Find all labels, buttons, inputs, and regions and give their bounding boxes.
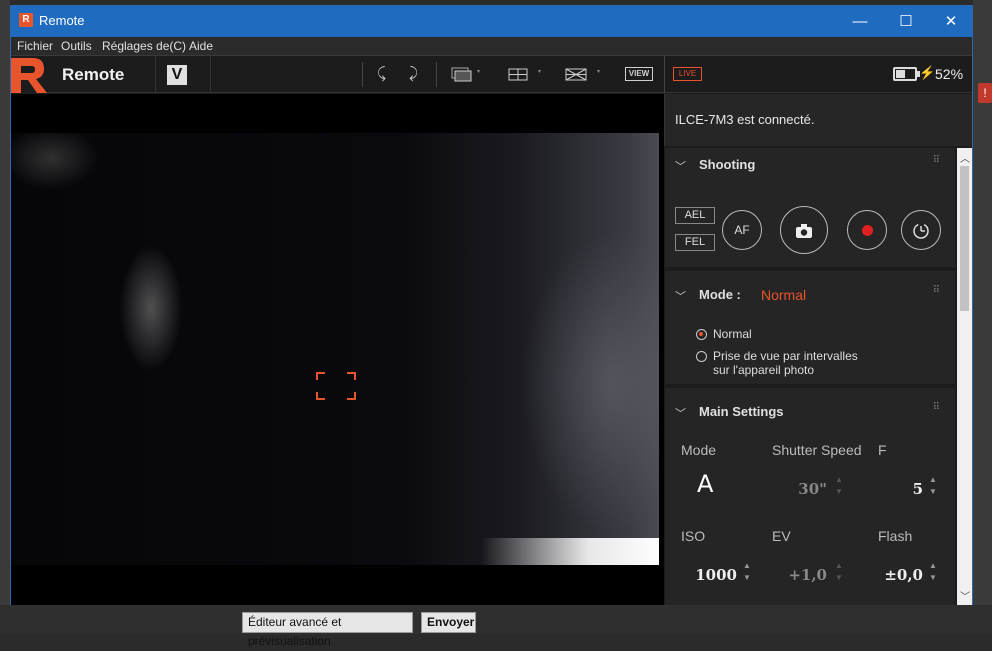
grid-icon[interactable]: ▾ (508, 67, 544, 83)
overlay-icon[interactable]: ▾ (451, 67, 483, 83)
right-panel: ILCE-7M3 est connecté. ﹀ Shooting ⠿ AEL … (664, 94, 972, 605)
menu-fichier[interactable]: Fichier (17, 39, 53, 53)
toolbar-divider (362, 62, 363, 87)
connection-status-bar: ILCE-7M3 est connecté. (664, 94, 972, 146)
close-icon[interactable]: ✕ (928, 6, 974, 37)
connection-status: ILCE-7M3 est connecté. (675, 112, 815, 127)
toolbar-divider (436, 62, 437, 87)
guide-icon[interactable]: ▾ (565, 67, 603, 83)
af-button[interactable]: AF (722, 210, 762, 250)
shooting-section: ﹀ Shooting ⠿ AEL FEL AF (665, 148, 955, 267)
flash-stepper-icon[interactable]: ▲ ▼ (929, 560, 937, 584)
app-name: Remote (62, 65, 125, 84)
mode-value: Normal (761, 287, 807, 303)
menu-reglages[interactable]: Réglages de(C) (102, 39, 186, 53)
iso-stepper-icon[interactable]: ▲ ▼ (743, 560, 751, 584)
menu-outils[interactable]: Outils (61, 39, 92, 53)
radio-normal-label[interactable]: Normal (713, 327, 752, 341)
radio-normal[interactable] (696, 329, 707, 340)
scroll-down-icon[interactable]: ﹀ (960, 588, 970, 603)
main-settings-section: ﹀ Main Settings ⠿ Mode Shutter Speed F A… (665, 388, 955, 605)
drag-handle-icon[interactable]: ⠿ (933, 403, 941, 413)
panel-scrollbar[interactable]: ︿ ﹀ (957, 148, 972, 605)
alert-icon: ! (978, 83, 992, 103)
ael-button[interactable]: AEL (675, 207, 715, 224)
exposure-mode-value[interactable]: A (697, 470, 713, 498)
f-stepper-icon[interactable]: ▲ ▼ (929, 474, 937, 498)
f-number-value[interactable]: 5 (875, 480, 923, 498)
main-settings-title: Main Settings (699, 404, 784, 419)
shutter-speed-label: Shutter Speed (772, 442, 862, 458)
menu-aide[interactable]: Aide (189, 39, 213, 53)
camera-icon (796, 223, 812, 238)
toolbar: Remote V ⤹ ⤸ ▾ ▾ ▾ VIEW LIVE ⚡ 52% (11, 56, 972, 93)
drag-handle-icon[interactable]: ⠿ (933, 286, 941, 296)
flash-label: Flash (878, 528, 913, 544)
send-button[interactable]: Envoyer (421, 612, 476, 633)
live-view-image (11, 133, 659, 565)
app-icon: R (19, 13, 33, 27)
v-icon: V (167, 65, 187, 85)
iso-label: ISO (681, 528, 706, 544)
shutter-stepper-icon[interactable]: ▲ ▼ (835, 474, 843, 498)
scroll-thumb[interactable] (960, 166, 969, 311)
ev-value[interactable]: +1,0 (775, 566, 827, 584)
radio-interval-label-line2[interactable]: sur l'appareil photo (713, 363, 814, 377)
title-bar[interactable]: R Remote — ☐ ✕ (11, 6, 972, 37)
radio-interval-label[interactable]: Prise de vue par intervalles (713, 349, 858, 363)
view-button[interactable]: VIEW (625, 67, 653, 81)
fel-button[interactable]: FEL (675, 234, 715, 251)
maximize-icon[interactable]: ☐ (883, 6, 929, 37)
collapse-chevron-icon[interactable]: ﹀ (675, 158, 686, 174)
visual-mode-button[interactable]: V (155, 56, 211, 93)
toolbar-divider (664, 56, 665, 93)
focus-frame[interactable] (316, 372, 356, 400)
ev-stepper-icon[interactable]: ▲ ▼ (835, 560, 843, 584)
live-view-button[interactable]: LIVE (673, 67, 702, 81)
radio-interval[interactable] (696, 351, 707, 362)
iso-value[interactable]: 1000 (685, 566, 737, 584)
remote-window: R Remote — ☐ ✕ Fichier Outils Réglages d… (10, 5, 973, 605)
shutter-button[interactable] (780, 206, 828, 254)
mode-label: Mode (681, 442, 717, 458)
self-timer-button[interactable] (901, 210, 941, 250)
mode-section: ﹀ Mode : Normal ⠿ Normal Prise de vue pa… (665, 271, 955, 384)
mode-title: Mode : (699, 287, 741, 302)
flash-value[interactable]: ±0,0 (865, 566, 923, 584)
battery-level (896, 70, 905, 78)
shutter-speed-value[interactable]: 30" (775, 480, 827, 498)
remote-logo-icon (11, 56, 47, 93)
settings-scroll-area: ﹀ Shooting ⠿ AEL FEL AF ﹀ Mode : Normal … (664, 148, 955, 605)
svg-text:▾: ▾ (538, 69, 541, 75)
timer-icon (913, 223, 929, 239)
drag-handle-icon[interactable]: ⠿ (933, 156, 941, 166)
battery-icon (893, 67, 920, 81)
record-icon (861, 225, 873, 237)
ev-label: EV (772, 528, 791, 544)
background-footer: Éditeur avancé et prévisualisation Envoy… (0, 605, 992, 648)
window-title: Remote (39, 13, 85, 28)
menu-bar: Fichier Outils Réglages de(C) Aide (11, 37, 972, 56)
scroll-up-icon[interactable]: ︿ (960, 150, 970, 165)
charging-icon: ⚡ (919, 65, 936, 80)
f-label: F (878, 442, 887, 458)
shooting-title: Shooting (699, 157, 756, 172)
live-view-area[interactable] (11, 94, 664, 605)
svg-text:▾: ▾ (597, 69, 600, 75)
record-button[interactable] (847, 210, 887, 250)
collapse-chevron-icon[interactable]: ﹀ (675, 288, 686, 304)
battery-percent: 52% (935, 66, 964, 82)
rotate-right-icon[interactable]: ⤸ (409, 65, 418, 82)
svg-text:▾: ▾ (477, 69, 480, 75)
minimize-icon[interactable]: — (837, 6, 883, 37)
advanced-editor-button[interactable]: Éditeur avancé et prévisualisation (242, 612, 413, 648)
collapse-chevron-icon[interactable]: ﹀ (675, 405, 686, 421)
rotate-left-icon[interactable]: ⤹ (377, 65, 386, 82)
background-window-left (0, 0, 10, 634)
